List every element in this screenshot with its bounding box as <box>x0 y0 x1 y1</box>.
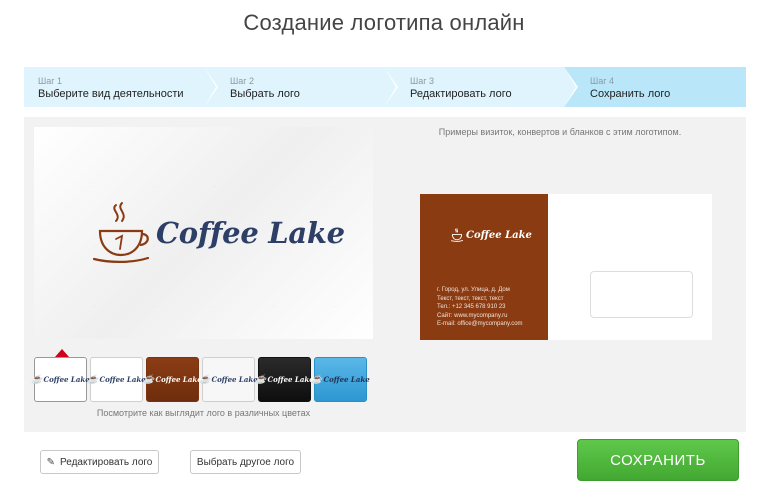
step-1[interactable]: Шаг 1 Выберите вид деятельности <box>24 67 218 107</box>
step-label: Сохранить лого <box>590 88 671 100</box>
editor-panel: Coffee Lake ☕Coffee Lake ☕Coffee Lake ☕C… <box>24 117 746 432</box>
page-title: Создание логотипа онлайн <box>243 10 525 35</box>
pencil-icon: ✎ <box>46 456 56 468</box>
coffee-cup-icon <box>92 202 150 263</box>
step-label: Выбрать лого <box>230 88 300 100</box>
card-contact-details: г. Город, ул. Улица, д. Дом Текст, текст… <box>437 286 523 329</box>
edit-logo-label: Редактировать лого <box>60 456 153 468</box>
color-variant-light-gray[interactable]: ☕Coffee Lake <box>199 357 258 402</box>
logo: Coffee Lake <box>90 201 345 265</box>
business-card-front: Coffee Lake г. Город, ул. Улица, д. Дом … <box>420 194 548 340</box>
card-line: E-mail: office@mycompany.com <box>437 321 523 327</box>
step-number: Шаг 3 <box>410 76 435 86</box>
choose-other-logo-button[interactable]: Выбрать другое лого <box>190 450 301 474</box>
coffee-cup-icon <box>450 228 464 242</box>
color-variant-black[interactable]: ☕Coffee Lake <box>255 357 314 402</box>
edit-logo-button[interactable]: ✎ Редактировать лого <box>40 450 159 474</box>
step-label: Выберите вид деятельности <box>38 88 184 100</box>
logo-text: Coffee Lake <box>156 216 345 250</box>
logo-preview: Coffee Lake <box>34 127 373 339</box>
business-card-mockup: Coffee Lake г. Город, ул. Улица, д. Дом … <box>420 194 712 340</box>
business-card-back-placeholder <box>590 271 693 318</box>
color-variants-hint: Посмотрите как выглядит лого в различных… <box>96 408 311 418</box>
step-number: Шаг 1 <box>38 76 63 86</box>
color-variant-white[interactable]: ☕Coffee Lake <box>31 357 90 402</box>
step-number: Шаг 4 <box>590 76 615 86</box>
step-2[interactable]: Шаг 2 Выбрать лого <box>204 67 398 107</box>
card-logo-text: Coffee Lake <box>466 229 532 241</box>
card-line: Сайт: www.mycompany.ru <box>437 312 508 319</box>
color-variant-white-alt[interactable]: ☕Coffee Lake <box>87 357 146 402</box>
step-4-current[interactable]: Шаг 4 Сохранить лого <box>564 67 746 107</box>
card-line: г. Город, ул. Улица, д. Дом <box>437 287 510 293</box>
card-line: Текст, текст, текст, текст <box>437 295 504 302</box>
steps-bar: Шаг 1 Выберите вид деятельности Шаг 2 Вы… <box>24 67 746 107</box>
step-label: Редактировать лого <box>410 88 512 100</box>
color-variant-brown[interactable]: ☕Coffee Lake <box>143 357 202 402</box>
step-number: Шаг 2 <box>230 76 255 86</box>
card-line: Тел.: +12 345 678 910 23 <box>437 304 506 310</box>
card-logo: Coffee Lake <box>450 228 532 242</box>
color-variant-blue[interactable]: ☕Coffee Lake <box>311 357 370 402</box>
selected-swatch-marker <box>55 349 69 357</box>
step-3[interactable]: Шаг 3 Редактировать лого <box>384 67 578 107</box>
mockups-title: Примеры визиток, конвертов и бланков с э… <box>438 127 682 137</box>
save-button[interactable]: СОХРАНИТЬ <box>577 439 739 481</box>
color-variants: ☕Coffee Lake ☕Coffee Lake ☕Coffee Lake ☕… <box>31 357 370 402</box>
